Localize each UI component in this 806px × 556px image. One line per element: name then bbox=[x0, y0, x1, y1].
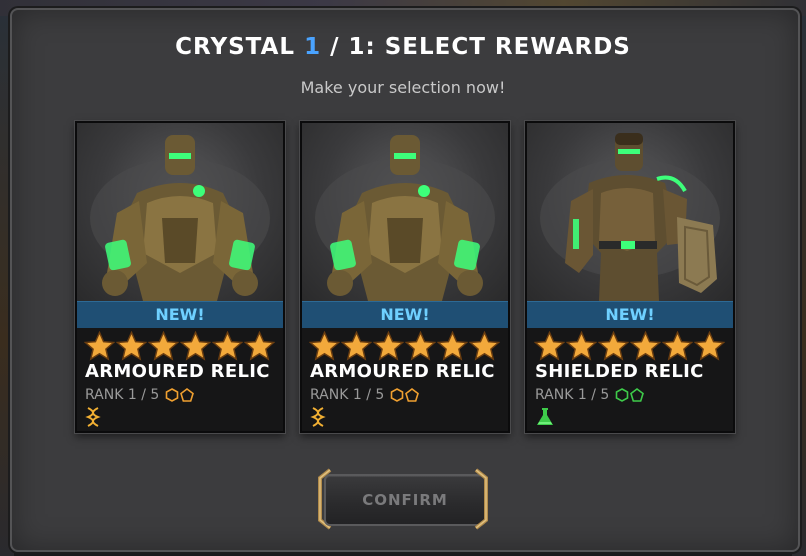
champion-name: SHIELDED RELIC bbox=[535, 361, 704, 382]
new-badge: NEW! bbox=[302, 301, 508, 328]
champion-name: ARMOURED RELIC bbox=[85, 361, 270, 382]
new-badge: NEW! bbox=[77, 301, 283, 328]
right-bracket-ornament bbox=[474, 468, 488, 530]
champion-portrait bbox=[302, 123, 508, 301]
champion-name: ARMOURED RELIC bbox=[310, 361, 495, 382]
star-icon bbox=[662, 331, 693, 361]
star-icon bbox=[341, 331, 372, 361]
star-rating bbox=[534, 331, 728, 361]
crystal-current-count: 1 bbox=[304, 34, 322, 60]
rank-label: RANK 1 / 5 bbox=[85, 387, 160, 403]
reward-card-1[interactable]: NEW! ARMOURED RELIC RANK 1 / 5 bbox=[75, 121, 285, 433]
pentagon-icon bbox=[180, 388, 195, 402]
rank-info: RANK 1 / 5 bbox=[85, 387, 195, 403]
hexagon-icon bbox=[390, 388, 404, 402]
star-icon bbox=[630, 331, 661, 361]
rank-info: RANK 1 / 5 bbox=[535, 387, 645, 403]
title-suffix: / 1: SELECT REWARDS bbox=[330, 34, 631, 60]
rank-up-icons bbox=[390, 388, 420, 402]
star-icon bbox=[180, 331, 211, 361]
science-dna-icon bbox=[85, 407, 101, 431]
rank-info: RANK 1 / 5 bbox=[310, 387, 420, 403]
star-icon bbox=[244, 331, 275, 361]
star-icon bbox=[534, 331, 565, 361]
star-icon bbox=[84, 331, 115, 361]
star-icon bbox=[566, 331, 597, 361]
rank-up-icons bbox=[165, 388, 195, 402]
page-title: CRYSTAL 1 / 1: SELECT REWARDS bbox=[0, 34, 806, 60]
confirm-button[interactable]: CONFIRM bbox=[324, 474, 486, 526]
pentagon-icon bbox=[405, 388, 420, 402]
rank-label: RANK 1 / 5 bbox=[310, 387, 385, 403]
star-rating bbox=[84, 331, 278, 361]
rank-label: RANK 1 / 5 bbox=[535, 387, 610, 403]
star-icon bbox=[148, 331, 179, 361]
star-icon bbox=[437, 331, 468, 361]
hexagon-icon bbox=[615, 388, 629, 402]
star-icon bbox=[309, 331, 340, 361]
star-rating bbox=[309, 331, 503, 361]
confirm-button-frame: CONFIRM bbox=[314, 468, 492, 530]
star-icon bbox=[373, 331, 404, 361]
rank-up-icons bbox=[615, 388, 645, 402]
star-icon bbox=[694, 331, 725, 361]
hexagon-icon bbox=[165, 388, 179, 402]
mutant-flask-icon bbox=[535, 407, 555, 431]
pentagon-icon bbox=[630, 388, 645, 402]
science-dna-icon bbox=[310, 407, 326, 431]
champion-portrait bbox=[77, 123, 283, 301]
title-prefix: CRYSTAL bbox=[175, 34, 296, 60]
reward-card-3[interactable]: NEW! SHIELDED RELIC RANK 1 / 5 bbox=[525, 121, 735, 433]
new-badge: NEW! bbox=[527, 301, 733, 328]
champion-portrait bbox=[527, 123, 733, 301]
reward-card-2[interactable]: NEW! ARMOURED RELIC RANK 1 / 5 bbox=[300, 121, 510, 433]
star-icon bbox=[212, 331, 243, 361]
selection-subtitle: Make your selection now! bbox=[300, 78, 506, 97]
star-icon bbox=[469, 331, 500, 361]
star-icon bbox=[598, 331, 629, 361]
star-icon bbox=[116, 331, 147, 361]
star-icon bbox=[405, 331, 436, 361]
